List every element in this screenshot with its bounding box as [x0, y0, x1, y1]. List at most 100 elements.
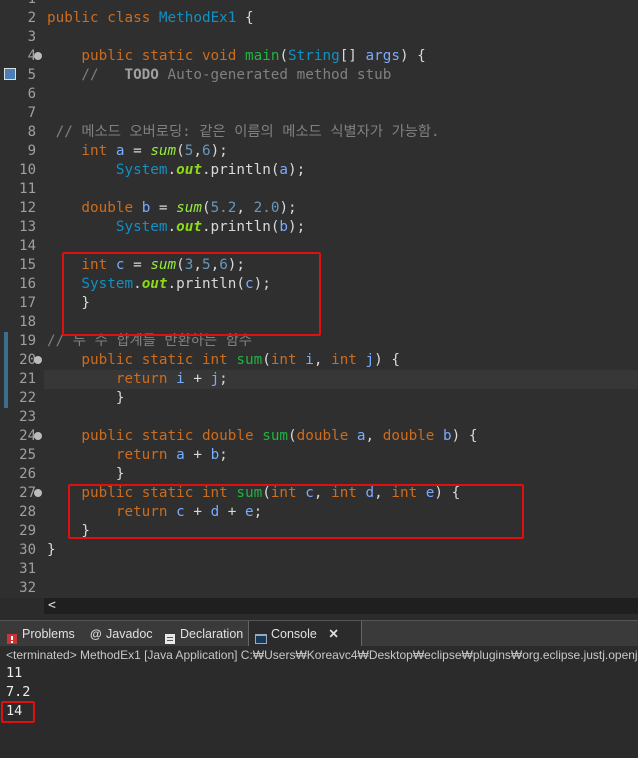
tab-label: Javadoc [106, 627, 153, 641]
code-token: 5.2 [210, 200, 237, 216]
code-token: ); [288, 219, 306, 235]
code-line[interactable]: public static int sum(int i, int j) { [47, 351, 400, 370]
code-token: double [382, 428, 444, 444]
code-token: = [124, 143, 151, 159]
code-token: , [313, 352, 332, 368]
code-line[interactable]: } [47, 389, 125, 408]
line-number: 18 [19, 314, 36, 330]
line-number: 2 [27, 10, 36, 26]
code-token: i [176, 371, 185, 387]
code-token: .println( [201, 219, 280, 235]
code-token: = [150, 200, 177, 216]
line-number: 17 [19, 295, 36, 311]
code-token: i [305, 352, 314, 368]
line-number: 4 [27, 48, 36, 64]
declaration-icon [164, 628, 176, 644]
code-token: b [210, 447, 220, 463]
tab-label: Problems [22, 627, 75, 641]
code-token: , [365, 428, 383, 444]
console-line: 7.2 [6, 684, 31, 700]
line-number: 27 [19, 485, 36, 501]
code-token: args [365, 48, 400, 64]
code-token: TODO [124, 67, 159, 83]
line-number: 6 [27, 86, 36, 102]
console-status-line: <terminated> MethodEx1 [Java Application… [0, 646, 638, 664]
line-number: 7 [27, 105, 36, 121]
code-token: out [176, 162, 202, 178]
fold-toggle-icon[interactable] [34, 432, 42, 440]
highlight-box-main [62, 252, 321, 336]
code-token: String [288, 48, 340, 64]
scroll-left-icon[interactable]: < [44, 598, 56, 613]
highlight-box-output [1, 701, 35, 723]
code-line[interactable]: public class MethodEx1 { [47, 9, 254, 28]
code-token: b [141, 200, 151, 216]
code-token: ); [279, 200, 297, 216]
code-token: int [270, 352, 306, 368]
line-number: 32 [19, 580, 36, 596]
code-token: sum [262, 428, 289, 444]
code-token: MethodEx1 [158, 10, 237, 26]
code-token: { [236, 10, 254, 26]
code-token: sum [236, 352, 263, 368]
code-token: ( [288, 428, 297, 444]
code-token: 6 [201, 143, 211, 159]
code-editor[interactable]: 1234567891011121314151617181920212223242… [0, 0, 638, 598]
code-line[interactable]: System.out.println(b); [47, 218, 305, 237]
code-token: Auto-generated method stub [158, 67, 392, 83]
line-number: 24 [19, 428, 36, 444]
code-token: int [47, 143, 116, 159]
tab-label: Declaration [180, 627, 244, 641]
code-token: ) { [399, 48, 426, 64]
code-line[interactable]: double b = sum(5.2, 2.0); [47, 199, 297, 218]
fold-toggle-icon[interactable] [34, 356, 42, 364]
code-token: return [47, 371, 177, 387]
problems-icon [6, 628, 18, 644]
close-icon[interactable]: ✕ [328, 627, 338, 641]
code-token: public [47, 352, 142, 368]
code-token: System [47, 219, 168, 235]
code-token: public [47, 10, 108, 26]
line-number: 3 [27, 29, 36, 45]
tab-console[interactable]: Console ✕ [248, 621, 362, 647]
fold-toggle-icon[interactable] [34, 489, 42, 497]
code-token: } [47, 390, 125, 406]
line-number: 13 [19, 219, 36, 235]
code-line[interactable]: int a = sum(5,6); [47, 142, 227, 161]
horizontal-scrollbar[interactable]: < [44, 598, 638, 614]
task-marker-icon[interactable] [4, 68, 16, 80]
code-token: out [176, 219, 202, 235]
line-number-gutter: 1234567891011121314151617181920212223242… [0, 0, 44, 598]
code-line[interactable]: } [47, 541, 56, 560]
code-token: return [47, 447, 177, 463]
code-line[interactable]: // TODO Auto-generated method stub [47, 66, 391, 85]
code-line[interactable]: return i + j; [47, 370, 228, 389]
code-line[interactable]: System.out.println(a); [47, 161, 305, 180]
fold-toggle-icon[interactable] [34, 52, 42, 60]
code-token: + [184, 371, 211, 387]
javadoc-icon: @ [90, 627, 102, 641]
code-token: 2.0 [253, 200, 280, 216]
code-token: } [47, 542, 56, 558]
code-line[interactable]: public static double sum(double a, doubl… [47, 427, 477, 446]
code-line[interactable]: } [47, 465, 125, 484]
console-output[interactable]: 11 7.2 14 [0, 664, 638, 758]
code-token: // [47, 67, 125, 83]
code-line[interactable]: public static void main(String[] args) { [47, 47, 426, 66]
line-number: 12 [19, 200, 36, 216]
code-token: System [47, 162, 168, 178]
code-token: . [167, 162, 177, 178]
console-line: 11 [6, 665, 23, 681]
line-number: 11 [19, 181, 36, 197]
code-token: public [47, 48, 142, 64]
code-token: , [236, 200, 254, 216]
code-line[interactable]: return a + b; [47, 446, 228, 465]
line-number: 10 [19, 162, 36, 178]
line-number: 23 [19, 409, 36, 425]
code-token: a [176, 447, 185, 463]
code-line[interactable]: // 메소드 오버로딩: 같은 이름의 메소드 식별자가 가능함. [47, 123, 440, 142]
code-token: ) { [451, 428, 478, 444]
code-token: ) { [374, 352, 400, 368]
code-token: static [141, 428, 202, 444]
change-marker [4, 332, 8, 408]
